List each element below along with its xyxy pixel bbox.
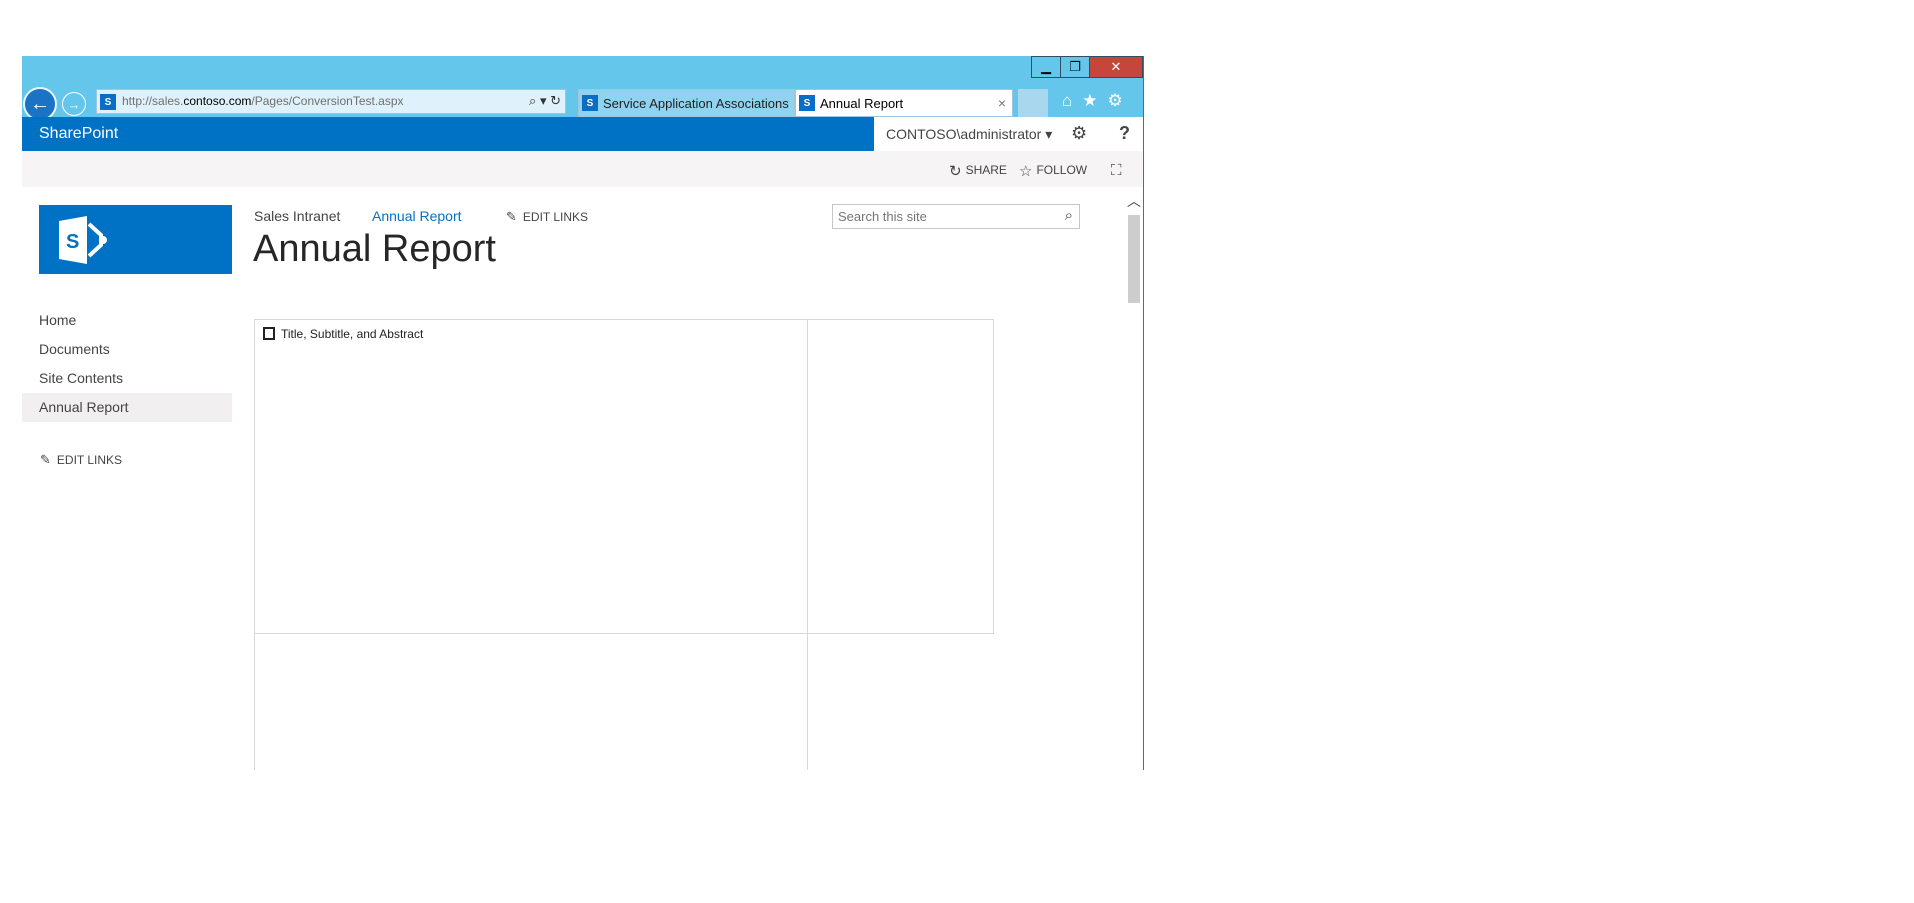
url-text[interactable]: http://sales.contoso.com/Pages/Conversio… [122, 94, 404, 108]
share-button[interactable]: ↻ SHARE [949, 162, 1007, 180]
back-button[interactable]: ← [23, 87, 57, 121]
browser-window: ▁ ❐ ✕ ← → S http://sales.contoso.com/Pag… [22, 56, 1144, 770]
star-outline-icon: ☆ [1019, 163, 1033, 180]
tab-label: Annual Report [820, 96, 904, 111]
settings-gear-icon[interactable]: ⚙ [1071, 123, 1087, 144]
zone-title: Title, Subtitle, and Abstract [263, 327, 423, 341]
address-actions: ⌕ ▾ ↻ [529, 93, 561, 109]
tab-service-application-associations[interactable]: S Service Application Associations [578, 89, 795, 117]
scroll-up-icon[interactable]: ︿ [1127, 191, 1141, 211]
search-dropdown-icon[interactable]: ⌕ ▾ [529, 93, 546, 108]
topnav-annual-report[interactable]: Annual Report [372, 208, 462, 224]
left-navigation: Home Documents Site Contents Annual Repo… [22, 306, 232, 422]
user-area: CONTOSO\administrator ▾ ⚙ ? [874, 117, 1143, 151]
search-input[interactable] [833, 205, 1053, 228]
share-icon: ↻ [949, 163, 962, 180]
svg-text:S: S [66, 231, 79, 253]
sharepoint-logo-icon: S [59, 216, 107, 264]
page-scrollbar[interactable]: ︿ [1125, 187, 1143, 770]
forward-button[interactable]: → [62, 92, 86, 116]
minimize-button[interactable]: ▁ [1031, 56, 1061, 78]
leftnav-item-site-contents[interactable]: Site Contents [22, 364, 232, 393]
site-logo[interactable]: S [39, 205, 232, 274]
leftnav-item-documents[interactable]: Documents [22, 335, 232, 364]
topnav-edit-links[interactable]: ✎ EDIT LINKS [506, 209, 588, 225]
help-icon[interactable]: ? [1119, 123, 1130, 144]
url-prefix: http://sales. [122, 94, 184, 108]
edit-links-label: EDIT LINKS [56, 453, 123, 467]
brand-title[interactable]: SharePoint [39, 125, 118, 143]
topnav-sales-intranet[interactable]: Sales Intranet [254, 208, 340, 224]
pencil-icon: ✎ [40, 452, 51, 467]
window-titlebar: ▁ ❐ ✕ [22, 56, 1143, 86]
new-tab-button[interactable] [1018, 89, 1048, 117]
page-title: Annual Report [253, 228, 496, 270]
leftnav-item-annual-report[interactable]: Annual Report [22, 393, 232, 422]
tab-annual-report[interactable]: S Annual Report × [795, 89, 1013, 117]
site-search: ⌕ [832, 204, 1080, 229]
home-icon[interactable]: ⌂ [1062, 91, 1072, 110]
web-part-zone-lower-left[interactable] [254, 633, 808, 770]
sharepoint-suite-bar: SharePoint CONTOSO\administrator ▾ ⚙ ? [22, 117, 1143, 151]
url-path: /Pages/ConversionTest.aspx [251, 94, 404, 108]
address-bar[interactable]: S http://sales.contoso.com/Pages/Convers… [96, 89, 566, 114]
focus-content-button[interactable]: ⛶ [1111, 162, 1126, 179]
web-part-zone-lower-right[interactable] [807, 633, 994, 770]
edit-links-label: EDIT LINKS [522, 210, 589, 224]
user-menu[interactable]: CONTOSO\administrator ▾ [886, 126, 1052, 143]
sharepoint-favicon-icon: S [100, 94, 116, 110]
follow-button[interactable]: ☆ FOLLOW [1019, 162, 1087, 180]
sharepoint-favicon-icon: S [582, 95, 598, 111]
pencil-icon: ✎ [506, 209, 517, 224]
page-action-bar: ↻ SHARE ☆ FOLLOW ⛶ [22, 151, 1143, 187]
close-window-button[interactable]: ✕ [1089, 56, 1143, 78]
placeholder-icon [263, 327, 275, 340]
browser-toolbar-icons: ⌂ ★ ⚙ [1062, 91, 1133, 111]
web-part-zones: Title, Subtitle, and Abstract [254, 319, 994, 770]
chevron-down-icon: ▾ [1045, 126, 1053, 142]
scroll-thumb[interactable] [1128, 215, 1140, 303]
follow-label: FOLLOW [1036, 163, 1088, 177]
arrow-right-icon: → [67, 96, 81, 112]
tab-label: Service Application Associations [603, 96, 789, 111]
web-part-zone-main[interactable]: Title, Subtitle, and Abstract [254, 319, 808, 634]
browser-navbar: ← → S http://sales.contoso.com/Pages/Con… [22, 86, 1143, 121]
search-icon[interactable]: ⌕ [1065, 207, 1073, 224]
favorites-star-icon[interactable]: ★ [1082, 91, 1097, 110]
web-part-zone-right[interactable] [807, 319, 994, 634]
restore-button[interactable]: ❐ [1060, 56, 1090, 78]
zone-title-label: Title, Subtitle, and Abstract [281, 327, 424, 341]
tools-gear-icon[interactable]: ⚙ [1108, 91, 1123, 110]
sharepoint-favicon-icon: S [799, 95, 815, 111]
share-label: SHARE [965, 163, 1007, 177]
leftnav-item-home[interactable]: Home [22, 306, 232, 335]
user-name: CONTOSO\administrator [886, 126, 1042, 142]
url-domain: contoso.com [183, 94, 252, 108]
fullscreen-icon: ⛶ [1111, 162, 1122, 179]
refresh-icon[interactable]: ↻ [550, 93, 561, 108]
arrow-left-icon: ← [30, 92, 50, 115]
leftnav-edit-links[interactable]: ✎ EDIT LINKS [40, 452, 122, 468]
close-tab-icon[interactable]: × [998, 95, 1006, 111]
